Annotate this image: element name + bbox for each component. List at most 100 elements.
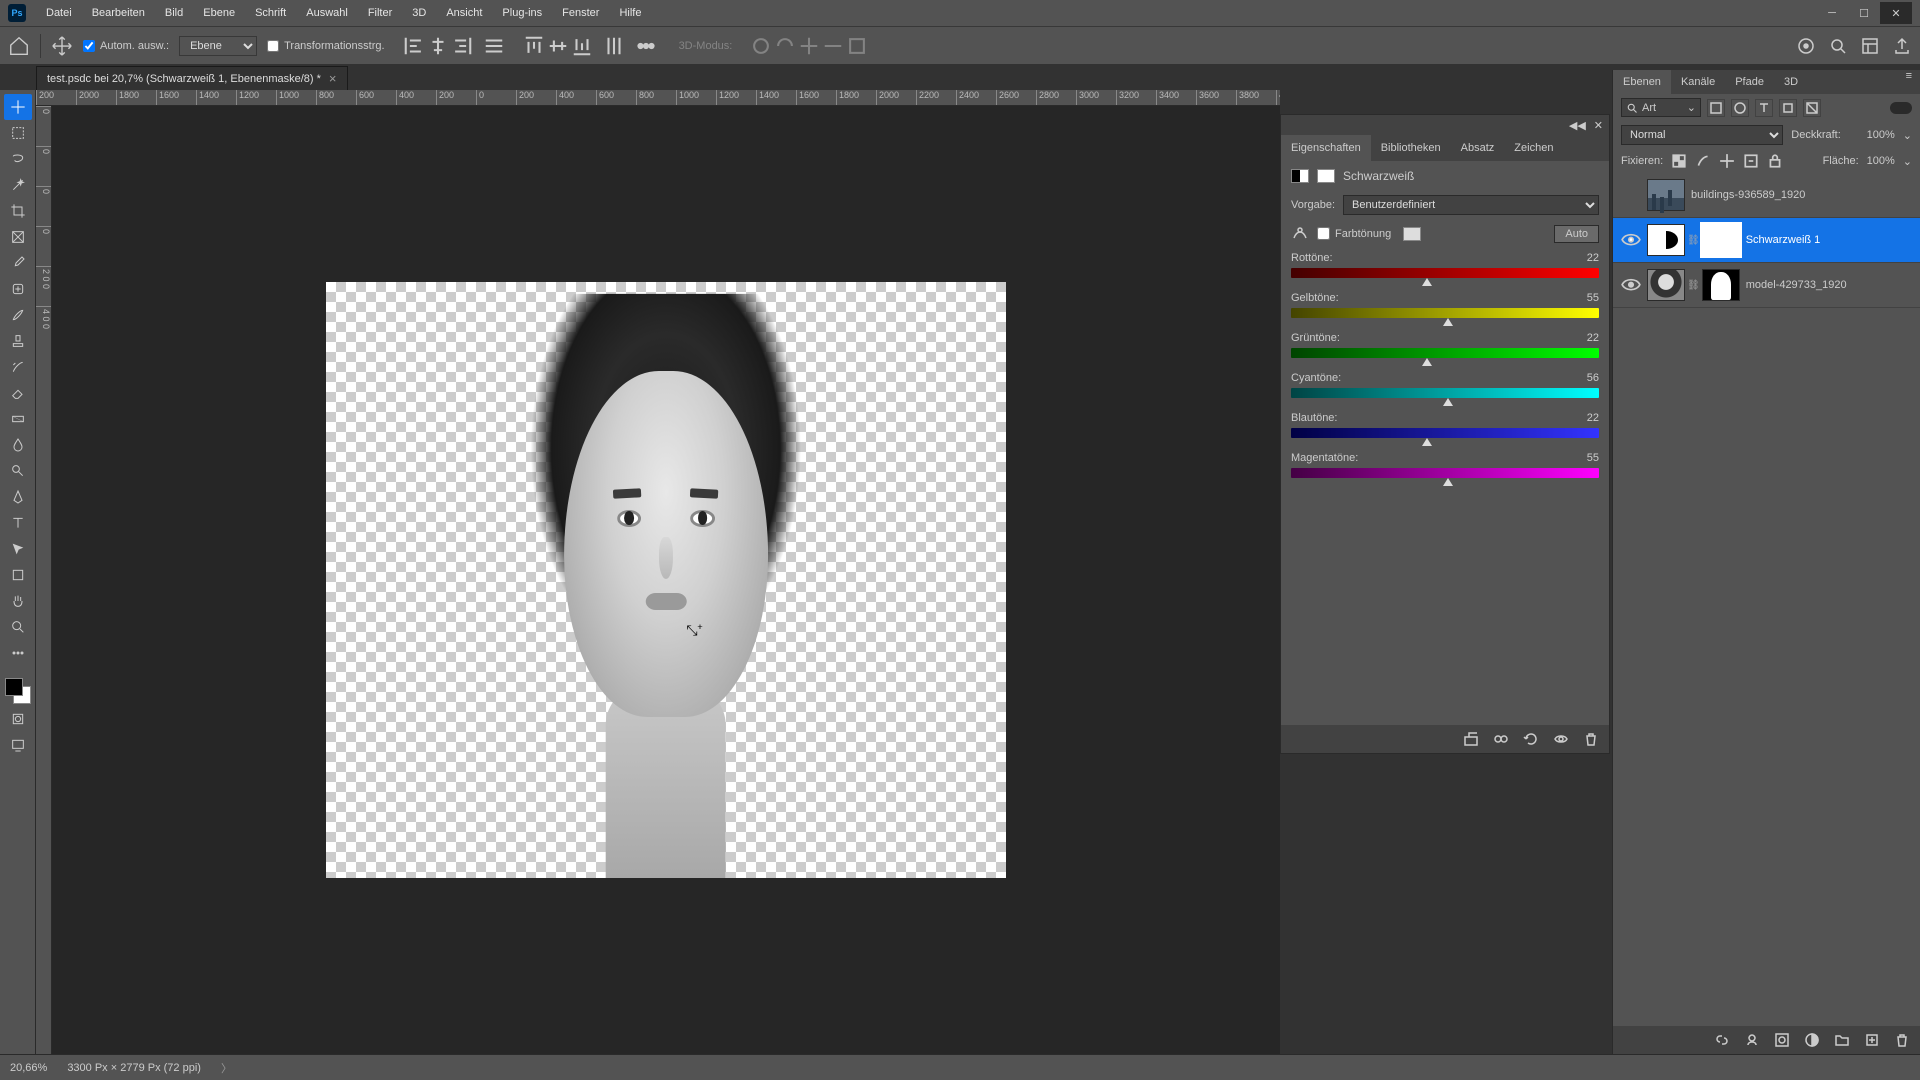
eyedropper-tool[interactable]: [4, 250, 32, 276]
filter-type-icon[interactable]: [1755, 99, 1773, 117]
lock-artboard-icon[interactable]: [1743, 153, 1759, 169]
align-right-icon[interactable]: [451, 35, 473, 57]
menu-bild[interactable]: Bild: [155, 0, 193, 26]
auto-select-checkbox[interactable]: Autom. ausw.:: [83, 40, 169, 52]
quickmask-icon[interactable]: [4, 706, 32, 732]
dodge-tool[interactable]: [4, 458, 32, 484]
frame-tool[interactable]: [4, 224, 32, 250]
pen-tool[interactable]: [4, 484, 32, 510]
tint-swatch[interactable]: [1403, 227, 1421, 241]
filter-shape-icon[interactable]: [1779, 99, 1797, 117]
slider-track[interactable]: [1291, 468, 1599, 478]
tab-pfade[interactable]: Pfade: [1725, 70, 1774, 94]
workspace-icon[interactable]: [1860, 36, 1880, 56]
color-swatches[interactable]: [3, 676, 33, 706]
menu-auswahl[interactable]: Auswahl: [296, 0, 358, 26]
zoom-tool[interactable]: [4, 614, 32, 640]
slider-thumb[interactable]: [1443, 478, 1453, 486]
history-brush-tool[interactable]: [4, 354, 32, 380]
slider-thumb[interactable]: [1422, 278, 1432, 286]
menu-3d[interactable]: 3D: [402, 0, 436, 26]
tint-checkbox[interactable]: Farbtönung: [1317, 227, 1391, 240]
document-canvas[interactable]: ⤡⁺: [326, 282, 1006, 878]
auto-select-target[interactable]: Ebene: [179, 36, 257, 56]
new-adjustment-icon[interactable]: [1804, 1032, 1820, 1048]
layer-filter-type[interactable]: Art ⌄: [1621, 98, 1701, 117]
visibility-toggle[interactable]: [1621, 278, 1641, 292]
filter-pixel-icon[interactable]: [1707, 99, 1725, 117]
more-options-icon[interactable]: [635, 35, 657, 57]
view-previous-icon[interactable]: [1493, 731, 1509, 747]
new-layer-icon[interactable]: [1864, 1032, 1880, 1048]
mask-type-icon[interactable]: [1317, 169, 1335, 183]
ruler-vertical[interactable]: 00002 0 04 0 0: [36, 106, 52, 1054]
opacity-value[interactable]: 100%: [1849, 129, 1895, 141]
menu-hilfe[interactable]: Hilfe: [609, 0, 651, 26]
type-tool[interactable]: [4, 510, 32, 536]
slider-thumb[interactable]: [1422, 438, 1432, 446]
slider-track[interactable]: [1291, 428, 1599, 438]
canvas-area[interactable]: ⤡⁺: [52, 106, 1280, 1054]
filter-toggle[interactable]: [1890, 102, 1912, 114]
tab-zeichen[interactable]: Zeichen: [1504, 135, 1563, 161]
close-tab-icon[interactable]: ×: [329, 71, 337, 86]
eraser-tool[interactable]: [4, 380, 32, 406]
visibility-toggle[interactable]: [1621, 233, 1641, 247]
tab-3d[interactable]: 3D: [1774, 70, 1808, 94]
filter-adjust-icon[interactable]: [1731, 99, 1749, 117]
auto-select-input[interactable]: [83, 40, 95, 52]
menu-plugins[interactable]: Plug-ins: [492, 0, 552, 26]
delete-layer-icon[interactable]: [1894, 1032, 1910, 1048]
slider-value[interactable]: 22: [1587, 252, 1599, 264]
visibility-icon[interactable]: [1553, 731, 1569, 747]
menu-datei[interactable]: Datei: [36, 0, 82, 26]
layer-row[interactable]: ⛓ Schwarzweiß 1: [1613, 218, 1920, 263]
gradient-tool[interactable]: [4, 406, 32, 432]
panel-menu-icon[interactable]: ≡: [1898, 70, 1920, 94]
menu-ansicht[interactable]: Ansicht: [436, 0, 492, 26]
link-mask-icon[interactable]: ⛓: [1687, 280, 1700, 291]
tab-absatz[interactable]: Absatz: [1451, 135, 1505, 161]
crop-tool[interactable]: [4, 198, 32, 224]
slider-value[interactable]: 22: [1587, 332, 1599, 344]
collapse-panel-icon[interactable]: ◀◀: [1569, 119, 1586, 132]
zoom-level[interactable]: 20,66%: [10, 1062, 47, 1074]
clip-to-layer-icon[interactable]: [1463, 731, 1479, 747]
menu-filter[interactable]: Filter: [358, 0, 402, 26]
lock-all-icon[interactable]: [1767, 153, 1783, 169]
tab-kanaele[interactable]: Kanäle: [1671, 70, 1725, 94]
slider-value[interactable]: 55: [1587, 452, 1599, 464]
align-bottom-icon[interactable]: [571, 35, 593, 57]
marquee-tool[interactable]: [4, 120, 32, 146]
cloud-docs-icon[interactable]: [1796, 36, 1816, 56]
menu-fenster[interactable]: Fenster: [552, 0, 609, 26]
slider-thumb[interactable]: [1443, 318, 1453, 326]
filter-smart-icon[interactable]: [1803, 99, 1821, 117]
home-icon[interactable]: [8, 35, 30, 57]
hand-tool[interactable]: [4, 588, 32, 614]
layer-name[interactable]: model-429733_1920: [1746, 279, 1912, 291]
tab-bibliotheken[interactable]: Bibliotheken: [1371, 135, 1451, 161]
close-panel-icon[interactable]: ✕: [1594, 119, 1603, 132]
mask-thumbnail[interactable]: [1702, 269, 1740, 301]
blur-tool[interactable]: [4, 432, 32, 458]
layer-style-icon[interactable]: [1744, 1032, 1760, 1048]
delete-adjustment-icon[interactable]: [1583, 731, 1599, 747]
slider-track[interactable]: [1291, 308, 1599, 318]
slider-value[interactable]: 22: [1587, 412, 1599, 424]
close-button[interactable]: ✕: [1880, 2, 1912, 24]
lock-position-icon[interactable]: [1719, 153, 1735, 169]
layer-row[interactable]: buildings-936589_1920: [1613, 173, 1920, 218]
menu-bearbeiten[interactable]: Bearbeiten: [82, 0, 155, 26]
brush-tool[interactable]: [4, 302, 32, 328]
lock-transparency-icon[interactable]: [1671, 153, 1687, 169]
maximize-button[interactable]: ☐: [1848, 2, 1880, 24]
adjustment-thumbnail[interactable]: [1647, 224, 1685, 256]
fill-dropdown-icon[interactable]: ⌄: [1903, 155, 1912, 168]
minimize-button[interactable]: ─: [1816, 2, 1848, 24]
layer-thumbnail[interactable]: [1647, 179, 1685, 211]
status-more-icon[interactable]: 〉: [221, 1060, 232, 1076]
foreground-color[interactable]: [5, 678, 23, 696]
heal-tool[interactable]: [4, 276, 32, 302]
transform-controls-checkbox[interactable]: Transformationsstrg.: [267, 40, 384, 52]
